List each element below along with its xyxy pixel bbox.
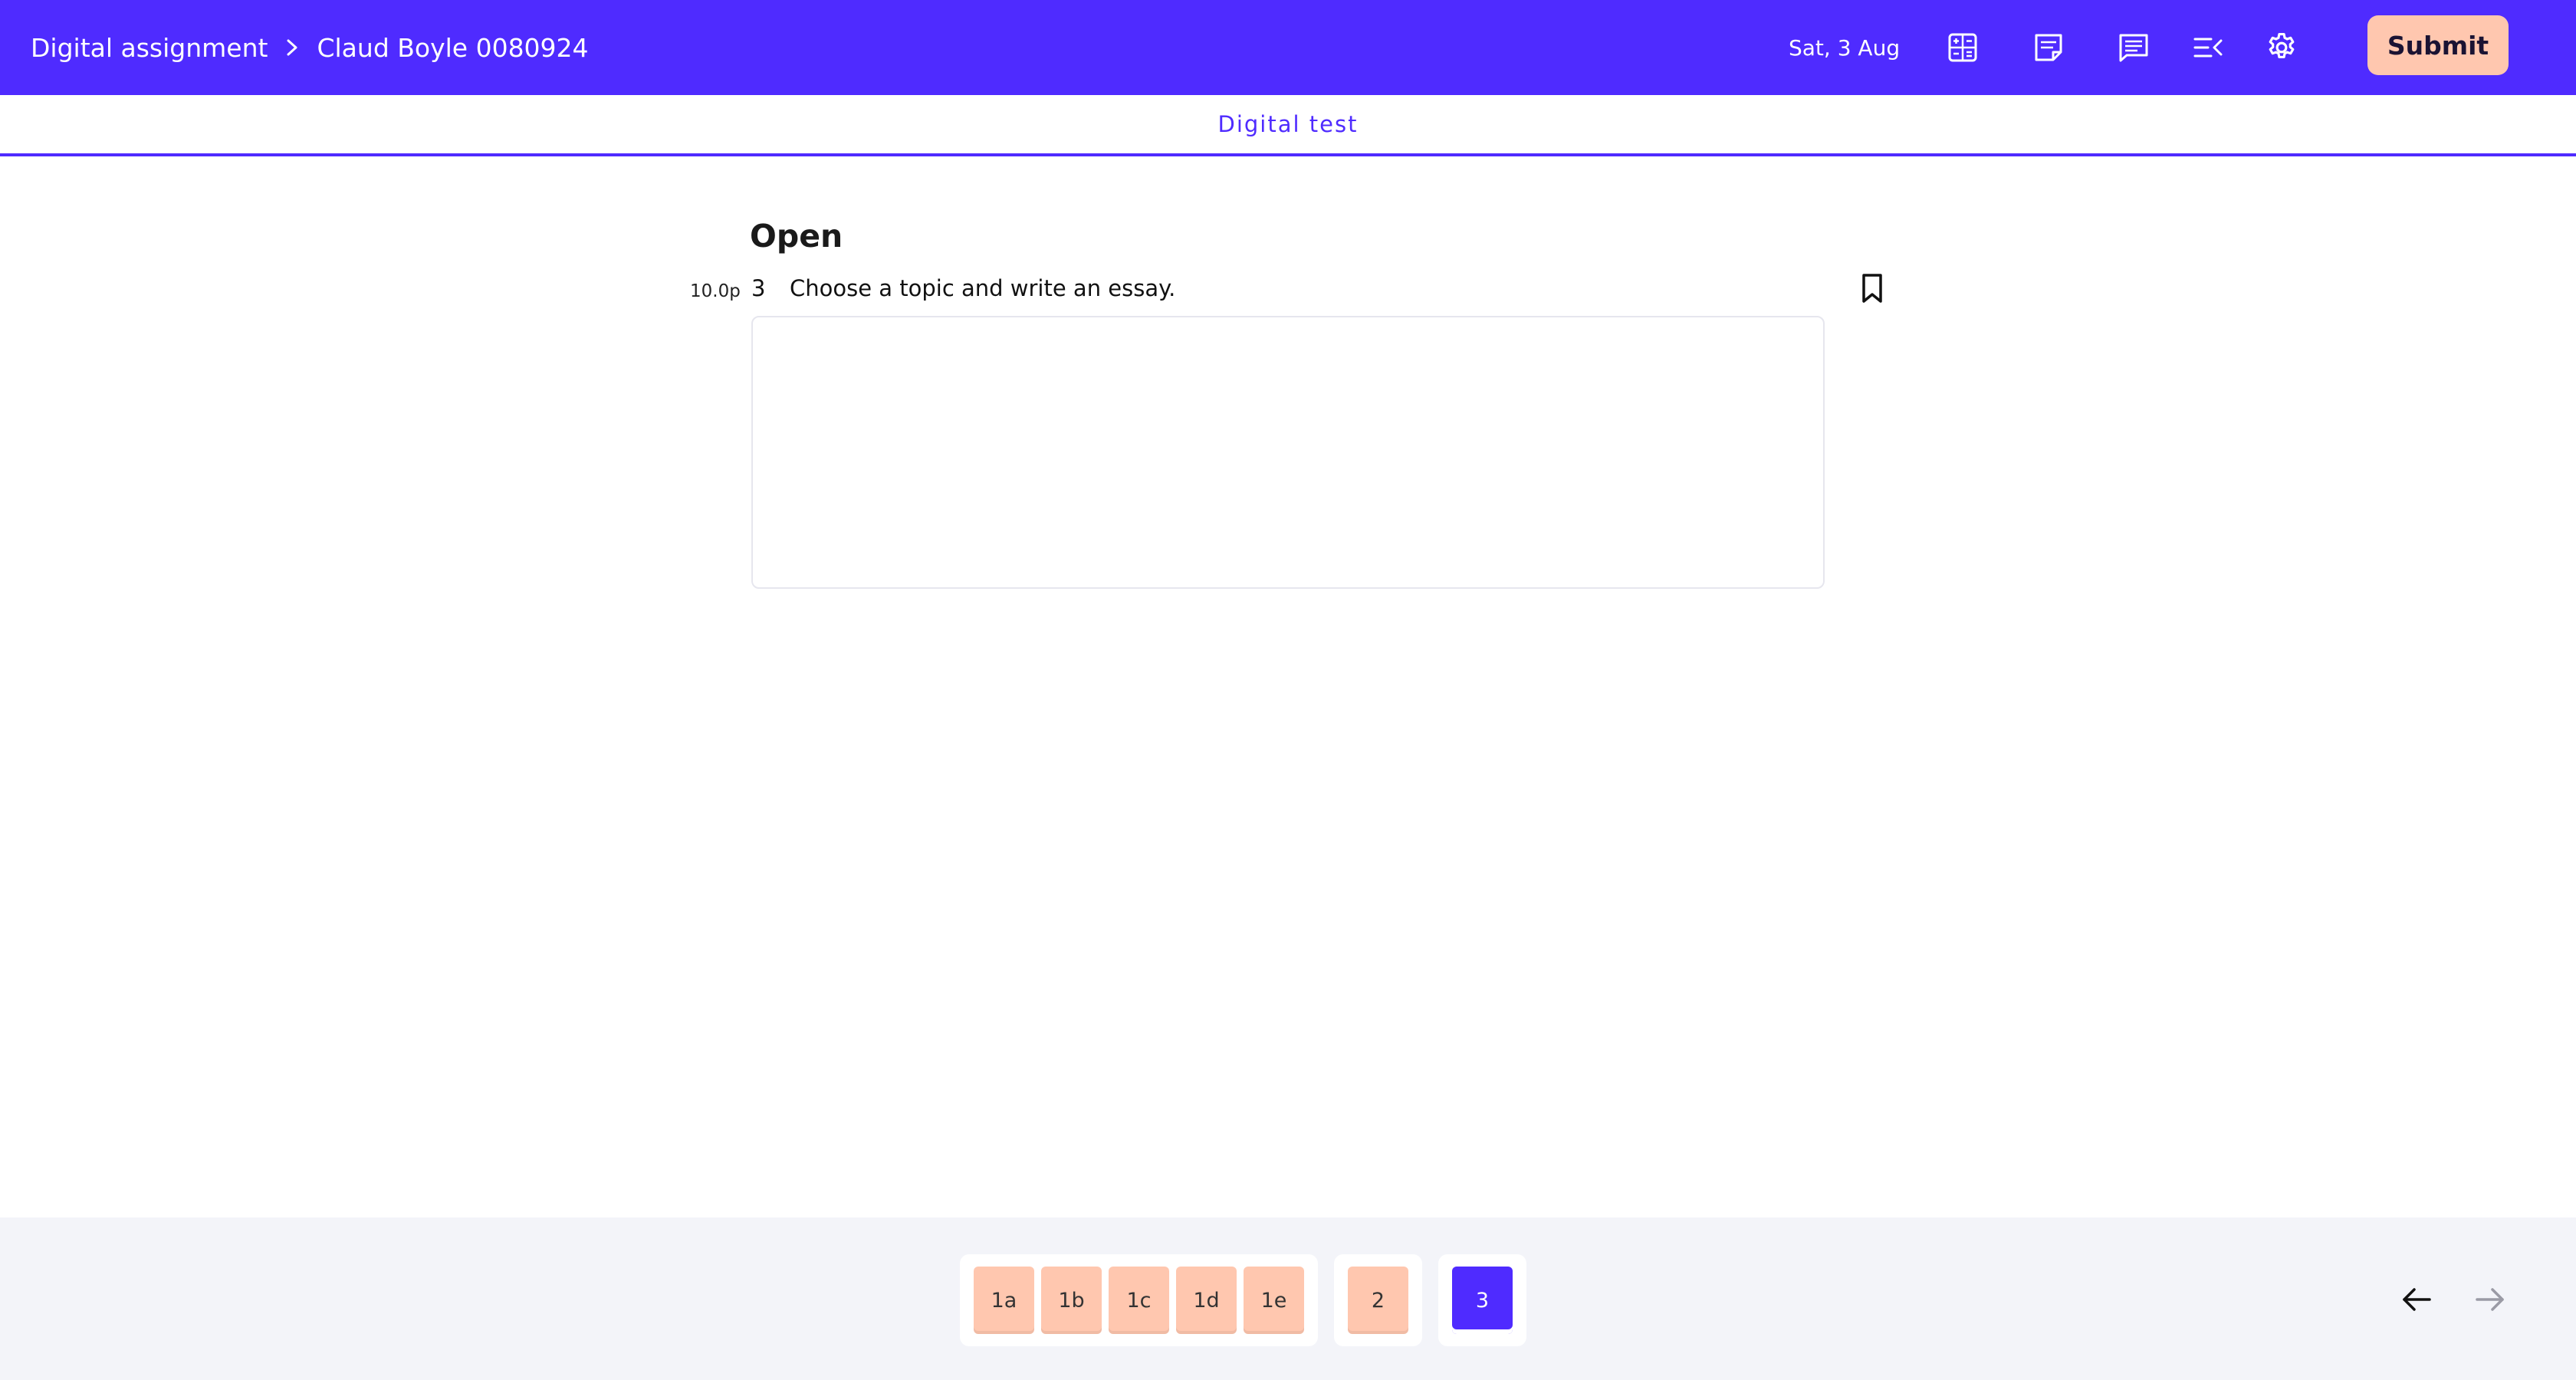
submit-button[interactable]: Submit [2367,15,2509,75]
comment-icon[interactable] [2113,27,2154,68]
question-area: Open 10.0p 3 Choose a topic and write an… [0,156,2576,1244]
question-button-2[interactable]: 2 [1348,1267,1408,1334]
question-text: Choose a topic and write an essay. [790,275,1176,301]
breadcrumb-assignment[interactable]: Digital assignment [31,33,268,63]
notes-icon[interactable] [2028,27,2069,68]
calculator-icon[interactable] [1942,27,1983,68]
test-title: Digital test [1217,111,1359,137]
question-group-1: 1a 1b 1c 1d 1e [960,1254,1318,1346]
question-points: 10.0p [690,281,741,301]
question-button-1a[interactable]: 1a [974,1267,1034,1334]
question-navigator: 1a 1b 1c 1d 1e 2 3 [0,1217,2576,1380]
test-title-bar: Digital test [0,95,2576,156]
top-bar: Digital assignment Claud Boyle 0080924 S… [0,0,2576,95]
question-button-1d[interactable]: 1d [1176,1267,1237,1334]
question-number: 3 [751,275,766,301]
essay-answer-field[interactable] [751,316,1825,589]
gear-icon[interactable] [2261,27,2302,68]
collapse-menu-icon[interactable] [2187,27,2229,68]
question-button-3[interactable]: 3 [1452,1267,1513,1334]
arrow-left-icon[interactable] [2394,1276,2440,1322]
arrow-right-icon[interactable] [2467,1276,2513,1322]
breadcrumb: Digital assignment Claud Boyle 0080924 [31,0,589,95]
breadcrumb-student: Claud Boyle 0080924 [317,32,589,63]
chevron-right-icon [281,37,303,58]
question-group-3: 3 [1438,1254,1526,1346]
question-group-2: 2 [1334,1254,1422,1346]
question-button-1e[interactable]: 1e [1244,1267,1304,1334]
bookmark-icon[interactable] [1857,271,1888,305]
question-button-1b[interactable]: 1b [1041,1267,1102,1334]
question-button-1c[interactable]: 1c [1109,1267,1169,1334]
section-title: Open [750,218,843,255]
date-label: Sat, 3 Aug [1789,34,1901,61]
